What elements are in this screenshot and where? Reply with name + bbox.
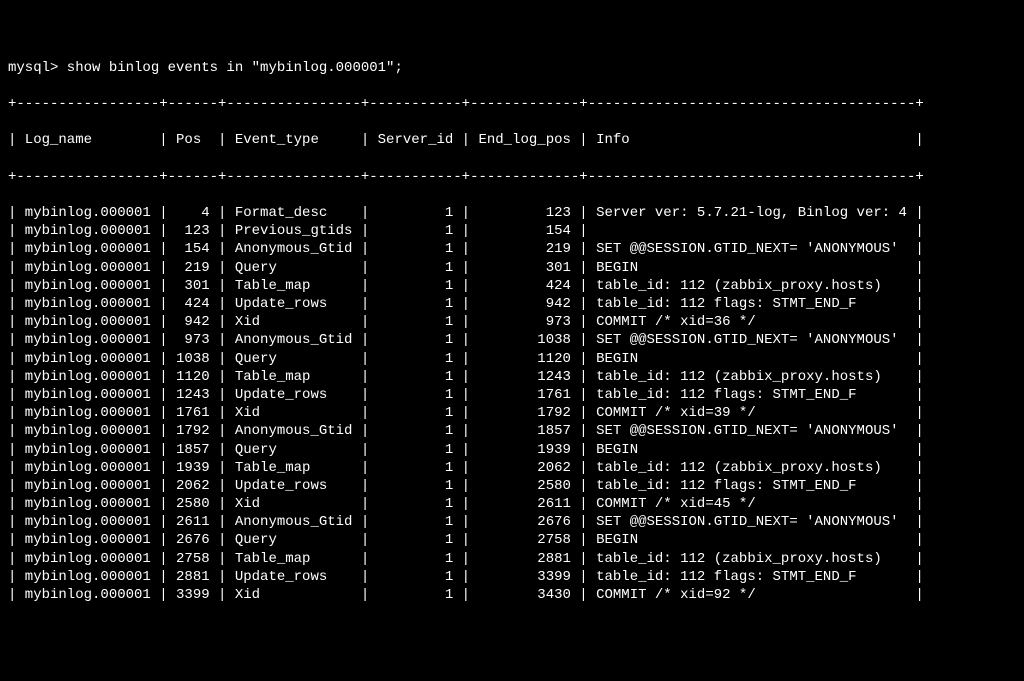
table-row: | mybinlog.000001 | 973 | Anonymous_Gtid… [8,331,1016,349]
table-row: | mybinlog.000001 | 942 | Xid | 1 | 973 … [8,313,1016,331]
table-row: | mybinlog.000001 | 219 | Query | 1 | 30… [8,259,1016,277]
table-row: | mybinlog.000001 | 2676 | Query | 1 | 2… [8,531,1016,549]
table-row: | mybinlog.000001 | 1120 | Table_map | 1… [8,368,1016,386]
table-row: | mybinlog.000001 | 301 | Table_map | 1 … [8,277,1016,295]
table-row: | mybinlog.000001 | 1939 | Table_map | 1… [8,459,1016,477]
table-border-mid: +-----------------+------+--------------… [8,168,1016,186]
mysql-prompt[interactable]: mysql> show binlog events in "mybinlog.0… [8,59,1016,77]
table-row: | mybinlog.000001 | 2758 | Table_map | 1… [8,550,1016,568]
table-row: | mybinlog.000001 | 2881 | Update_rows |… [8,568,1016,586]
table-row: | mybinlog.000001 | 1857 | Query | 1 | 1… [8,441,1016,459]
table-row: | mybinlog.000001 | 1761 | Xid | 1 | 179… [8,404,1016,422]
table-row: | mybinlog.000001 | 2611 | Anonymous_Gti… [8,513,1016,531]
table-border-top: +-----------------+------+--------------… [8,95,1016,113]
table-header: | Log_name | Pos | Event_type | Server_i… [8,131,1016,149]
table-row: | mybinlog.000001 | 1038 | Query | 1 | 1… [8,350,1016,368]
table-row: | mybinlog.000001 | 123 | Previous_gtids… [8,222,1016,240]
table-row: | mybinlog.000001 | 154 | Anonymous_Gtid… [8,240,1016,258]
table-row: | mybinlog.000001 | 1792 | Anonymous_Gti… [8,422,1016,440]
table-row: | mybinlog.000001 | 2580 | Xid | 1 | 261… [8,495,1016,513]
table-row: | mybinlog.000001 | 4 | Format_desc | 1 … [8,204,1016,222]
table-row: | mybinlog.000001 | 3399 | Xid | 1 | 343… [8,586,1016,604]
table-row: | mybinlog.000001 | 2062 | Update_rows |… [8,477,1016,495]
table-body: | mybinlog.000001 | 4 | Format_desc | 1 … [8,204,1016,604]
table-row: | mybinlog.000001 | 424 | Update_rows | … [8,295,1016,313]
table-row: | mybinlog.000001 | 1243 | Update_rows |… [8,386,1016,404]
